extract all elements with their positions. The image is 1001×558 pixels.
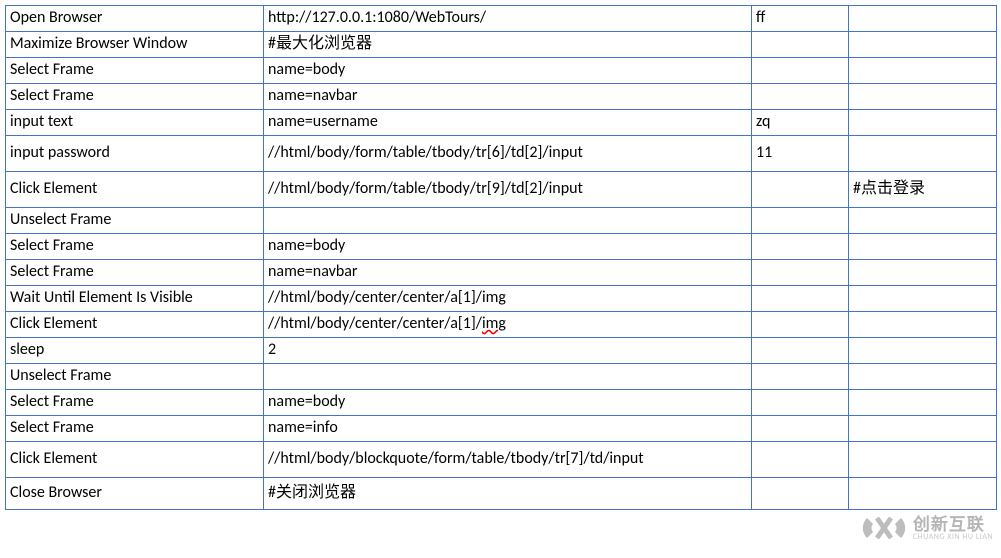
locator-cell: //html/body/form/table/tbody/tr[9]/td[2]… bbox=[264, 172, 752, 208]
table-row: input textname=usernamezq bbox=[6, 110, 997, 136]
table-row: Wait Until Element Is Visible//html/body… bbox=[6, 286, 997, 312]
keyword-cell: Select Frame bbox=[6, 234, 264, 260]
locator-cell: //html/body/form/table/tbody/tr[6]/td[2]… bbox=[264, 136, 752, 172]
table-row: Click Element//html/body/blockquote/form… bbox=[6, 442, 997, 478]
value-cell bbox=[752, 260, 849, 286]
watermark-logo: 创新互联 CHUANG XIN HU LIAN bbox=[859, 510, 993, 546]
comment-cell bbox=[849, 478, 997, 510]
value-cell bbox=[752, 32, 849, 58]
locator-cell: 2 bbox=[264, 338, 752, 364]
value-cell bbox=[752, 58, 849, 84]
locator-cell: name=navbar bbox=[264, 84, 752, 110]
keyword-cell: Select Frame bbox=[6, 390, 264, 416]
comment-cell bbox=[849, 208, 997, 234]
comment-cell bbox=[849, 234, 997, 260]
table-row: Select Framename=navbar bbox=[6, 260, 997, 286]
value-cell bbox=[752, 312, 849, 338]
value-cell bbox=[752, 84, 849, 110]
keyword-cell: Select Frame bbox=[6, 416, 264, 442]
keyword-cell: input password bbox=[6, 136, 264, 172]
keyword-cell: Close Browser bbox=[6, 478, 264, 510]
keyword-cell: Click Element bbox=[6, 442, 264, 478]
logo-mark-icon bbox=[859, 510, 909, 546]
table-row: Unselect Frame bbox=[6, 364, 997, 390]
locator-cell bbox=[264, 364, 752, 390]
keyword-cell: Click Element bbox=[6, 312, 264, 338]
keyword-cell: Select Frame bbox=[6, 260, 264, 286]
table-row: Select Framename=info bbox=[6, 416, 997, 442]
locator-cell: #关闭浏览器 bbox=[264, 478, 752, 510]
value-cell bbox=[752, 416, 849, 442]
table-row: Unselect Frame bbox=[6, 208, 997, 234]
keyword-cell: Open Browser bbox=[6, 6, 264, 32]
comment-cell bbox=[849, 390, 997, 416]
value-cell bbox=[752, 478, 849, 510]
locator-cell: name=body bbox=[264, 390, 752, 416]
keyword-test-table: Open Browserhttp://127.0.0.1:1080/WebTou… bbox=[5, 5, 997, 510]
locator-cell bbox=[264, 208, 752, 234]
value-cell bbox=[752, 442, 849, 478]
comment-cell bbox=[849, 286, 997, 312]
value-cell bbox=[752, 364, 849, 390]
locator-cell: name=username bbox=[264, 110, 752, 136]
comment-cell bbox=[849, 6, 997, 32]
comment-cell: #点击登录 bbox=[849, 172, 997, 208]
comment-cell bbox=[849, 32, 997, 58]
value-cell bbox=[752, 208, 849, 234]
table-row: Select Framename=navbar bbox=[6, 84, 997, 110]
keyword-cell: Wait Until Element Is Visible bbox=[6, 286, 264, 312]
table-row: Maximize Browser Window#最大化浏览器 bbox=[6, 32, 997, 58]
keyword-cell: input text bbox=[6, 110, 264, 136]
comment-cell bbox=[849, 312, 997, 338]
value-cell bbox=[752, 390, 849, 416]
logo-text-en: CHUANG XIN HU LIAN bbox=[913, 533, 993, 541]
comment-cell bbox=[849, 260, 997, 286]
keyword-cell: Unselect Frame bbox=[6, 208, 264, 234]
keyword-cell: Click Element bbox=[6, 172, 264, 208]
table-row: Select Framename=body bbox=[6, 58, 997, 84]
keyword-cell: Select Frame bbox=[6, 84, 264, 110]
locator-cell: name=body bbox=[264, 234, 752, 260]
locator-cell: http://127.0.0.1:1080/WebTours/ bbox=[264, 6, 752, 32]
logo-text-cn: 创新互联 bbox=[913, 516, 993, 533]
value-cell: zq bbox=[752, 110, 849, 136]
comment-cell bbox=[849, 58, 997, 84]
table-row: Open Browserhttp://127.0.0.1:1080/WebTou… bbox=[6, 6, 997, 32]
locator-cell: //html/body/center/center/a[1]/img bbox=[264, 312, 752, 338]
locator-cell: //html/body/blockquote/form/table/tbody/… bbox=[264, 442, 752, 478]
keyword-cell: Unselect Frame bbox=[6, 364, 264, 390]
value-cell bbox=[752, 234, 849, 260]
keyword-cell: sleep bbox=[6, 338, 264, 364]
locator-cell: name=navbar bbox=[264, 260, 752, 286]
comment-cell bbox=[849, 338, 997, 364]
value-cell bbox=[752, 286, 849, 312]
comment-cell bbox=[849, 416, 997, 442]
locator-cell: name=info bbox=[264, 416, 752, 442]
keyword-cell: Select Frame bbox=[6, 58, 264, 84]
locator-cell: name=body bbox=[264, 58, 752, 84]
comment-cell bbox=[849, 84, 997, 110]
locator-cell: #最大化浏览器 bbox=[264, 32, 752, 58]
value-cell bbox=[752, 172, 849, 208]
comment-cell bbox=[849, 364, 997, 390]
table-row: Click Element//html/body/center/center/a… bbox=[6, 312, 997, 338]
table-row: Click Element//html/body/form/table/tbod… bbox=[6, 172, 997, 208]
table-row: sleep2 bbox=[6, 338, 997, 364]
table-row: Select Framename=body bbox=[6, 234, 997, 260]
value-cell: ff bbox=[752, 6, 849, 32]
comment-cell bbox=[849, 136, 997, 172]
locator-cell: //html/body/center/center/a[1]/img bbox=[264, 286, 752, 312]
table-row: Select Framename=body bbox=[6, 390, 997, 416]
keyword-cell: Maximize Browser Window bbox=[6, 32, 264, 58]
value-cell: 11 bbox=[752, 136, 849, 172]
value-cell bbox=[752, 338, 849, 364]
table-row: Close Browser#关闭浏览器 bbox=[6, 478, 997, 510]
table-row: input password//html/body/form/table/tbo… bbox=[6, 136, 997, 172]
comment-cell bbox=[849, 110, 997, 136]
comment-cell bbox=[849, 442, 997, 478]
